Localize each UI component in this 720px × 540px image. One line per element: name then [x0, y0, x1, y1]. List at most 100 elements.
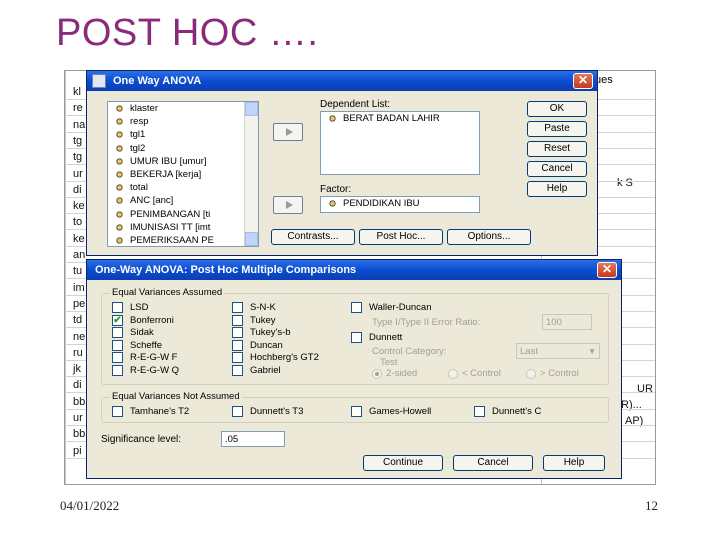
variable-item[interactable]: PENIMBANGAN [ti	[108, 208, 258, 221]
page-number: 12	[645, 498, 658, 513]
checkbox-waller-duncan[interactable]: Waller-Duncan	[351, 302, 431, 314]
checkbox-box[interactable]	[232, 314, 243, 326]
post-hoc-cancel-button[interactable]: Cancel	[453, 455, 533, 471]
checkmark-icon[interactable]: ✔	[112, 314, 123, 326]
help-button[interactable]: Help	[527, 181, 587, 197]
scroll-down-icon[interactable]	[245, 232, 258, 246]
reset-button[interactable]: Reset	[527, 141, 587, 157]
post-hoc-help-button[interactable]: Help	[543, 455, 605, 471]
checkbox-box[interactable]	[112, 302, 123, 313]
checkbox-label: Duncan	[250, 339, 283, 351]
slide-title: POST HOC ….	[56, 12, 319, 54]
variable-item[interactable]: resp	[108, 115, 258, 128]
radio-less-control[interactable]: < Control	[448, 368, 501, 380]
variable-item[interactable]: tgl2	[108, 142, 258, 155]
checkbox-box[interactable]	[232, 364, 243, 376]
checkbox-games-howell[interactable]: Games-Howell	[351, 406, 431, 418]
checkbox-label: R-E-G-W F	[130, 352, 178, 363]
checkbox-lsd[interactable]: LSD	[112, 302, 148, 314]
checkbox-label: Sidak	[130, 327, 154, 338]
ok-button[interactable]: OK	[527, 101, 587, 117]
close-icon[interactable]: ✕	[597, 262, 617, 278]
move-to-dependent-button[interactable]	[273, 123, 303, 141]
checkbox-box[interactable]	[232, 352, 243, 363]
checkbox-dunnett[interactable]: Dunnett	[351, 332, 402, 344]
checkbox-box[interactable]	[232, 339, 243, 351]
checkbox-sidak[interactable]: Sidak	[112, 327, 154, 339]
radio-label: > Control	[540, 368, 579, 379]
checkbox-hochberg-s-gt2[interactable]: Hochberg's GT2	[232, 352, 319, 364]
checkbox-scheffe[interactable]: Scheffe	[112, 339, 162, 352]
checkbox-tukey[interactable]: Tukey	[232, 314, 276, 327]
variable-item[interactable]: total	[108, 181, 258, 194]
checkbox-label: Dunnett	[369, 332, 403, 343]
checkbox-box[interactable]	[474, 406, 485, 417]
variable-item[interactable]: tgl1	[108, 128, 258, 141]
checkbox-r-e-g-w-f[interactable]: R-E-G-W F	[112, 352, 178, 364]
variable-list-scrollbar[interactable]	[244, 102, 258, 246]
checkbox-label: Waller-Duncan	[369, 302, 432, 313]
chevron-down-icon[interactable]: ▼	[588, 344, 596, 359]
checkbox-duncan[interactable]: Duncan	[232, 339, 283, 352]
checkbox-label: S-N-K	[250, 302, 276, 313]
sheet-row-label: im	[73, 281, 85, 294]
error-ratio-field[interactable]: 100	[542, 314, 592, 330]
checkbox-box[interactable]	[351, 332, 362, 343]
significance-input[interactable]: .05	[221, 431, 285, 447]
checkbox-dunnett-s-t3[interactable]: Dunnett's T3	[232, 406, 303, 418]
checkbox-box[interactable]	[232, 406, 243, 417]
scroll-up-icon[interactable]	[245, 102, 258, 116]
checkbox-box[interactable]	[112, 327, 123, 338]
post-hoc-button[interactable]: Post Hoc...	[359, 229, 443, 245]
sheet-row-label: ke	[73, 200, 85, 213]
checkbox-box[interactable]	[112, 364, 123, 376]
continue-button[interactable]: Continue	[363, 455, 443, 471]
variable-item[interactable]: PEMERIKSAAN PE	[108, 234, 258, 246]
variable-item[interactable]: IMUNISASI TT [imt	[108, 221, 258, 234]
checkbox-box[interactable]	[232, 327, 243, 338]
checkbox-box[interactable]	[112, 406, 123, 417]
dependent-item[interactable]: BERAT BADAN LAHIR	[321, 112, 479, 125]
checkbox-box[interactable]	[232, 302, 243, 313]
variable-item[interactable]: ANC [anc]	[108, 194, 258, 207]
checkbox-tukey-s-b[interactable]: Tukey's-b	[232, 327, 291, 339]
cancel-button[interactable]: Cancel	[527, 161, 587, 177]
test-label: Test	[380, 357, 398, 368]
checkbox-label: Tukey's-b	[250, 327, 291, 338]
checkbox-label: Dunnett's T3	[250, 406, 304, 417]
sheet-row-label: ke	[73, 232, 85, 245]
not-assumed-group: Equal Variances Not Assumed Tamhane's T2…	[101, 391, 609, 423]
control-category-value: Last	[520, 346, 538, 357]
variable-item[interactable]: BEKERJA [kerja]	[108, 168, 258, 181]
variable-item[interactable]: klaster	[108, 102, 258, 115]
paste-button[interactable]: Paste	[527, 121, 587, 137]
checkbox-r-e-g-w-q[interactable]: R-E-G-W Q	[112, 364, 179, 377]
radio-greater-control[interactable]: > Control	[526, 368, 579, 380]
checkbox-bonferroni[interactable]: ✔ Bonferroni	[112, 314, 174, 327]
factor-field[interactable]: PENDIDIKAN IBU	[320, 196, 480, 213]
sheet-row-label: td	[73, 314, 83, 327]
checkbox-tamhane-s-t2[interactable]: Tamhane's T2	[112, 406, 189, 418]
checkbox-label: Tamhane's T2	[130, 406, 190, 417]
close-icon[interactable]: ✕	[573, 73, 593, 89]
checkbox-box[interactable]	[112, 352, 123, 363]
move-to-factor-button[interactable]	[273, 196, 303, 214]
radio-2-sided[interactable]: 2-sided	[372, 368, 417, 380]
variable-item[interactable]: UMUR IBU [umur]	[108, 155, 258, 168]
checkbox-box[interactable]	[112, 339, 123, 351]
variable-list[interactable]: klaster resp tgl1 tgl2 UMUR IBU [umur] BEKERJ…	[107, 101, 259, 247]
control-category-select[interactable]: Last ▼	[516, 343, 600, 359]
checkbox-label: LSD	[130, 302, 149, 313]
post-hoc-dialog: One-Way ANOVA: Post Hoc Multiple Compari…	[86, 259, 622, 479]
checkbox-box[interactable]	[351, 302, 362, 313]
checkbox-s-n-k[interactable]: S-N-K	[232, 302, 276, 314]
options-button[interactable]: Options...	[447, 229, 531, 245]
one-way-anova-dialog: One Way ANOVA ✕ klaster resp tgl1 tgl2 UMUR …	[86, 70, 598, 256]
checkbox-gabriel[interactable]: Gabriel	[232, 364, 281, 377]
error-ratio-label: Type I/Type II Error Ratio:	[372, 317, 481, 328]
contrasts-button[interactable]: Contrasts...	[271, 229, 355, 245]
checkbox-box[interactable]	[351, 406, 362, 417]
checkbox-dunnett-s-c[interactable]: Dunnett's C	[474, 406, 541, 418]
dependent-list[interactable]: BERAT BADAN LAHIR	[320, 111, 480, 175]
sheet-row-label: di	[73, 183, 82, 196]
